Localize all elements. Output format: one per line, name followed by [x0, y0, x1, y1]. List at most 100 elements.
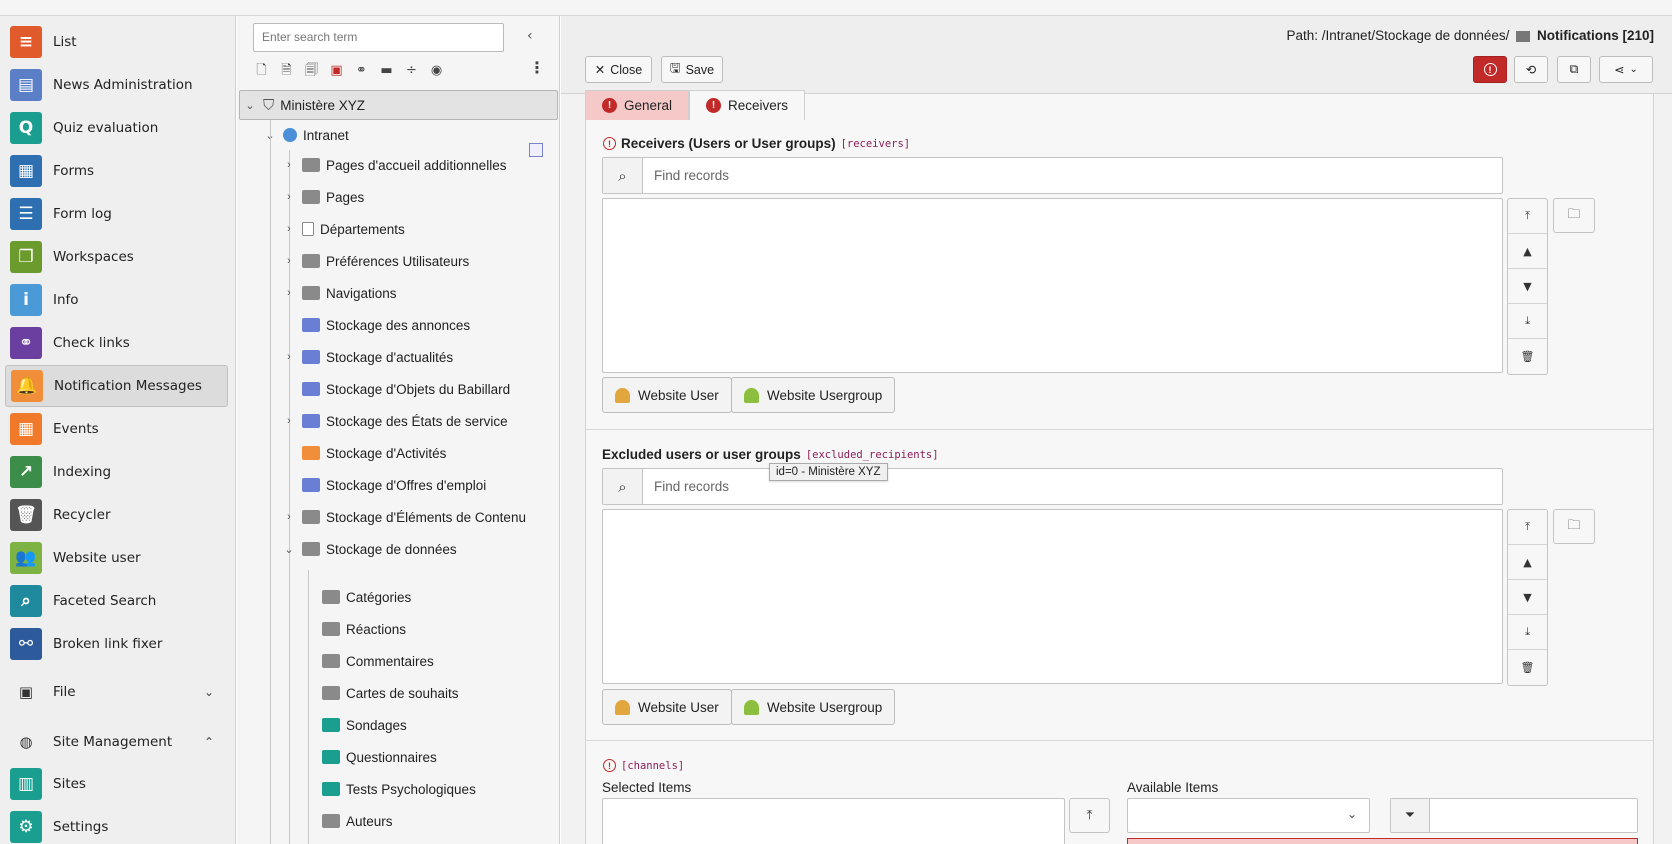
module-faceted-search[interactable]: ⌕ Faceted Search	[5, 580, 228, 622]
tree-node[interactable]: › Navigations	[282, 278, 396, 308]
module-list[interactable]: ≡ List	[5, 21, 228, 63]
move-to-bottom-icon[interactable]: ⤓	[1508, 615, 1547, 650]
expand-icon[interactable]: ›	[282, 287, 296, 299]
tree-more-menu-icon[interactable]: ⋮	[529, 58, 545, 77]
check-links-icon: ⚭	[10, 327, 42, 359]
module-group-site-management[interactable]: ◍ Site Management ⌃	[5, 721, 228, 763]
new-external-link-icon[interactable]: ⚭	[353, 62, 370, 79]
module-check-links[interactable]: ⚭ Check links	[5, 322, 228, 364]
module-broken-link-fixer[interactable]: ⚯ Broken link fixer	[5, 623, 228, 665]
new-folder-icon[interactable]: ▬	[378, 62, 395, 79]
channels-move-top-button[interactable]: ⤒	[1069, 798, 1110, 833]
expand-icon[interactable]: ›	[282, 351, 296, 363]
module-website-user[interactable]: 👥 Website user	[5, 537, 228, 579]
tab-receivers[interactable]: ! Receivers	[689, 90, 806, 120]
move-to-bottom-icon[interactable]: ⤓	[1508, 304, 1547, 339]
share-button[interactable]: ⋖ ⌄	[1599, 56, 1653, 83]
module-settings[interactable]: ⚙ Settings	[5, 806, 228, 844]
receivers-add-website-usergroup-button[interactable]: Website Usergroup	[731, 377, 896, 413]
module-info[interactable]: i Info	[5, 279, 228, 321]
tree-node-root[interactable]: ⌄ ⛉ Ministère XYZ	[243, 90, 365, 120]
excluded-browse-button[interactable]: 🗀	[1553, 509, 1595, 544]
tree-node[interactable]: Questionnaires	[302, 742, 437, 772]
page-content-icon[interactable]	[529, 143, 543, 157]
tree-node[interactable]: › Stockage d'actualités	[282, 342, 453, 372]
tree-node[interactable]: Stockage d'Offres d'emploi	[282, 470, 486, 500]
module-sites[interactable]: ▥ Sites	[5, 763, 228, 805]
module-form-log[interactable]: ☰ Form log	[5, 193, 228, 235]
module-group-file[interactable]: ▣ File ⌄	[5, 671, 228, 713]
expand-icon[interactable]: ›	[282, 415, 296, 427]
tree-node[interactable]: Stockage d'Objets du Babillard	[282, 374, 510, 404]
module-quiz-evaluation[interactable]: Q Quiz evaluation	[5, 107, 228, 149]
tree-node[interactable]: › Préférences Utilisateurs	[282, 246, 469, 276]
tree-node[interactable]: Réactions	[302, 614, 406, 644]
tree-node[interactable]: Cartes de souhaits	[302, 678, 459, 708]
new-link-page-icon[interactable]: 🗐	[303, 62, 320, 79]
tree-node[interactable]: ⌄ Stockage de données	[282, 534, 456, 564]
module-indexing[interactable]: ↗ Indexing	[5, 451, 228, 493]
tree-node[interactable]: Catégories	[302, 582, 411, 612]
collapse-tree-icon[interactable]: ‹	[527, 28, 533, 44]
collapse-icon[interactable]: ⌄	[243, 99, 257, 112]
delete-icon[interactable]: 🗑	[1508, 339, 1547, 374]
excluded-add-website-user-button[interactable]: Website User	[602, 689, 732, 725]
new-spacer-icon[interactable]: ÷	[403, 62, 420, 79]
module-events[interactable]: ▦ Events	[5, 408, 228, 450]
new-backend-user-section-icon[interactable]: ◉	[428, 62, 445, 79]
tree-node[interactable]: › Départements	[282, 214, 405, 244]
excluded-find-records[interactable]: ⌕ Find records	[602, 468, 1503, 505]
expand-icon[interactable]: ›	[282, 159, 296, 171]
receivers-find-records[interactable]: ⌕ Find records	[602, 157, 1503, 194]
expand-icon[interactable]: ›	[282, 223, 296, 235]
tree-node[interactable]: › Stockage des États de service	[282, 406, 507, 436]
tree-node[interactable]: › Stockage d'Éléments de Contenu	[282, 502, 526, 532]
move-up-icon[interactable]: ▲	[1508, 234, 1547, 269]
tree-node[interactable]: Commentaires	[302, 646, 434, 676]
receivers-selected-list[interactable]	[602, 198, 1503, 373]
history-button[interactable]: ⟲	[1514, 56, 1548, 83]
move-to-top-icon[interactable]: ⤒	[1508, 199, 1547, 234]
module-forms[interactable]: ▦ Forms	[5, 150, 228, 192]
expand-icon[interactable]: ›	[282, 255, 296, 267]
error-indicator-button[interactable]: !	[1473, 56, 1507, 83]
new-mountpoint-icon[interactable]: ▣	[328, 62, 345, 79]
channels-available-select[interactable]: ⌄	[1127, 798, 1370, 833]
new-shortcut-icon[interactable]: 🗎	[278, 62, 295, 79]
module-recycler[interactable]: 🗑 Recycler	[5, 494, 228, 536]
tree-node[interactable]: Sondages	[302, 710, 407, 740]
module-news-administration[interactable]: ▤ News Administration	[5, 64, 228, 106]
tree-node[interactable]: Fondués	[302, 838, 399, 844]
tree-node-label: Stockage d'Offres d'emploi	[326, 477, 487, 493]
save-button[interactable]: 🖫 Save	[661, 56, 723, 83]
close-button[interactable]: ✕ Close	[585, 56, 652, 83]
expand-icon[interactable]: ›	[282, 511, 296, 523]
expand-icon[interactable]: ›	[282, 191, 296, 203]
channels-selected-list[interactable]	[602, 798, 1065, 844]
move-down-icon[interactable]: ▼	[1508, 580, 1547, 615]
tree-node-intranet[interactable]: ⌄ Intranet	[263, 120, 348, 150]
delete-icon[interactable]: 🗑	[1508, 650, 1547, 685]
open-new-window-button[interactable]: ⧉	[1557, 56, 1591, 83]
tree-node[interactable]: Stockage d'Activités	[282, 438, 446, 468]
move-up-icon[interactable]: ▲	[1508, 545, 1547, 580]
collapse-icon[interactable]: ⌄	[282, 543, 296, 556]
tree-search-input[interactable]: Enter search term	[253, 23, 504, 52]
module-workspaces[interactable]: ❐ Workspaces	[5, 236, 228, 278]
receivers-add-website-user-button[interactable]: Website User	[602, 377, 732, 413]
channels-filter-input[interactable]: ⏷	[1390, 798, 1638, 833]
receivers-browse-button[interactable]: 🗀	[1553, 198, 1595, 233]
excluded-selected-list[interactable]	[602, 509, 1503, 684]
tree-node[interactable]: Stockage des annonces	[282, 310, 470, 340]
module-notification-messages[interactable]: 🔔 Notification Messages	[5, 365, 228, 407]
tab-general[interactable]: ! General	[585, 90, 690, 120]
excluded-add-website-usergroup-button[interactable]: Website Usergroup	[731, 689, 896, 725]
tree-node[interactable]: › Pages	[282, 182, 364, 212]
tree-node[interactable]: Auteurs	[302, 806, 393, 836]
tree-node[interactable]: Tests Psychologiques	[302, 774, 476, 804]
tree-node[interactable]: › Pages d'accueil additionnelles	[282, 150, 506, 180]
new-page-icon[interactable]: 🗋	[253, 62, 270, 79]
move-to-top-icon[interactable]: ⤒	[1508, 510, 1547, 545]
move-down-icon[interactable]: ▼	[1508, 269, 1547, 304]
channels-available-list[interactable]	[1127, 838, 1638, 844]
